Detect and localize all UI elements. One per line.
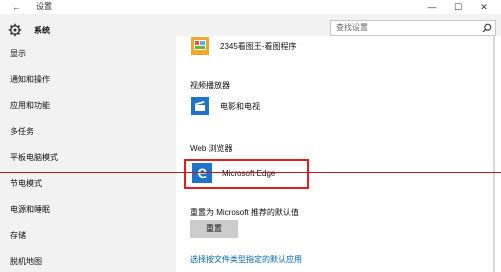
sidebar-header: 系统 — [8, 20, 50, 40]
image-viewer-icon — [191, 37, 209, 55]
sidebar-header-label: 系统 — [34, 25, 50, 35]
sidebar-item-display[interactable]: 显示 — [10, 48, 26, 60]
default-app-video[interactable]: 电影和电视 — [190, 96, 260, 116]
section-web-browser: Web 浏览器 — [190, 144, 233, 153]
title-bar: ← 设置 — ☐ ✕ — [0, 0, 501, 14]
default-app-label: 电影和电视 — [220, 101, 260, 111]
window-title: 设置 — [36, 2, 52, 11]
default-app-label: 2345看图王-看图程序 — [220, 41, 297, 51]
search-box[interactable]: 查找设置 — [330, 20, 496, 36]
default-app-image-viewer[interactable]: 2345看图王-看图程序 — [190, 36, 296, 56]
red-guide-line — [0, 172, 501, 173]
sidebar-item-offline-maps[interactable]: 脱机地图 — [10, 256, 42, 268]
section-reset-defaults: 重置为 Microsoft 推荐的默认值 — [190, 208, 299, 217]
sidebar-item-battery-saver[interactable]: 节电模式 — [10, 178, 42, 190]
sidebar-item-apps-features[interactable]: 应用和功能 — [10, 100, 50, 112]
back-arrow-icon[interactable]: ← — [12, 0, 21, 14]
close-button[interactable]: ✕ — [470, 0, 498, 14]
gear-icon — [8, 23, 22, 37]
section-video-player: 视频播放器 — [190, 81, 230, 90]
sidebar-item-notifications[interactable]: 通知和操作 — [10, 74, 50, 86]
search-input[interactable]: 查找设置 — [336, 21, 368, 35]
minimize-button[interactable]: — — [418, 0, 446, 14]
choose-defaults-by-file-type-link[interactable]: 选择按文件类型指定的默认应用 — [190, 254, 302, 266]
search-icon[interactable] — [482, 23, 492, 33]
reset-button[interactable]: 重置 — [190, 220, 238, 238]
highlight-box — [184, 159, 309, 189]
sidebar-item-multitasking[interactable]: 多任务 — [10, 126, 34, 138]
scrollbar-track[interactable] — [493, 36, 495, 272]
movies-tv-icon — [191, 97, 209, 115]
sidebar: 系统 显示 通知和操作 应用和功能 多任务 平板电脑模式 节电模式 电源和睡眠 … — [0, 14, 176, 272]
maximize-button[interactable]: ☐ — [444, 0, 472, 14]
sidebar-item-power-sleep[interactable]: 电源和睡眠 — [10, 204, 50, 216]
sidebar-item-storage[interactable]: 存储 — [10, 230, 26, 242]
sidebar-item-tablet-mode[interactable]: 平板电脑模式 — [10, 152, 58, 164]
